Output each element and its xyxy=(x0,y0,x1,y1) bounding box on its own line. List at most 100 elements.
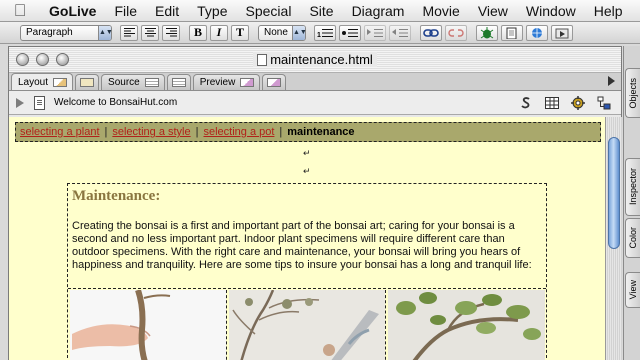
vertical-scrollbar[interactable] xyxy=(605,117,622,360)
javascript-button[interactable] xyxy=(518,95,534,111)
outdent-icon xyxy=(392,28,408,37)
remove-link-button[interactable] xyxy=(445,24,467,41)
nav-link-selecting-pot[interactable]: selecting a pot xyxy=(203,126,274,138)
layout-canvas[interactable]: selecting a plant | selecting a style | … xyxy=(9,117,605,360)
paragraph-format-select[interactable]: Paragraph ▲▼ xyxy=(20,24,113,41)
menu-golive[interactable]: GoLive xyxy=(40,3,105,19)
menu-help[interactable]: Help xyxy=(585,3,632,19)
page-header-bar: Welcome to BonsaiHut.com xyxy=(9,91,621,115)
internet-explorer-button[interactable] xyxy=(526,24,548,41)
menu-window[interactable]: Window xyxy=(517,3,585,19)
image-cell[interactable] xyxy=(388,290,545,360)
svg-text:1: 1 xyxy=(317,32,321,38)
menu-movie[interactable]: Movie xyxy=(413,3,468,19)
gear-icon xyxy=(571,96,585,110)
formatting-toolbar: Paragraph ▲▼ B I T None ▲▼ 1 xyxy=(0,22,640,44)
layout-grid-button[interactable] xyxy=(544,95,560,111)
palette-tab-color[interactable]: Color xyxy=(625,218,640,258)
menu-bar:  GoLive File Edit Type Special Site Dia… xyxy=(0,0,640,22)
preview-view-icon xyxy=(240,78,255,87)
menu-edit[interactable]: Edit xyxy=(146,3,188,19)
tab-scroll-arrow-icon[interactable] xyxy=(608,76,615,86)
site-button[interactable] xyxy=(476,24,498,41)
grid-icon xyxy=(545,97,559,109)
menu-file[interactable]: File xyxy=(105,3,146,19)
font-size-select[interactable]: None ▲▼ xyxy=(258,24,307,41)
bonsai-watering-photo xyxy=(229,290,385,360)
numbered-list-icon: 1 xyxy=(317,28,333,38)
broken-link-icon xyxy=(448,28,464,37)
image-cell[interactable] xyxy=(70,290,227,360)
align-center-icon xyxy=(144,28,156,37)
pointer-icon xyxy=(555,28,569,38)
page-title[interactable]: Welcome to BonsaiHut.com xyxy=(54,97,177,108)
script-s-icon xyxy=(521,97,530,109)
disclosure-triangle-icon[interactable] xyxy=(16,97,24,108)
content-table[interactable]: Maintenance: Creating the bonsai is a fi… xyxy=(67,183,547,360)
bug-icon xyxy=(480,26,494,38)
numbered-list-button[interactable]: 1 xyxy=(314,24,336,41)
tab-outline[interactable] xyxy=(166,74,191,90)
scrollbar-thumb[interactable] xyxy=(608,137,620,249)
menu-diagram[interactable]: Diagram xyxy=(343,3,414,19)
tab-layout-label: Layout xyxy=(18,76,49,88)
align-right-button[interactable] xyxy=(162,24,180,41)
tab-source[interactable]: Source xyxy=(101,74,165,90)
italic-button[interactable]: I xyxy=(210,24,228,41)
palette-tab-view[interactable]: View xyxy=(625,272,640,308)
preview-in-browser-button[interactable] xyxy=(501,24,523,41)
tab-preview[interactable]: Preview xyxy=(192,74,261,90)
css-editor-button[interactable] xyxy=(570,95,586,111)
layout-view-icon xyxy=(53,77,68,87)
apple-menu-icon[interactable]:  xyxy=(0,1,40,21)
source-view-icon xyxy=(144,78,159,87)
hierarchy-icon xyxy=(597,96,611,110)
indent-icon xyxy=(367,28,383,37)
bullet-list-icon xyxy=(342,28,358,37)
palette-tab-inspector[interactable]: Inspector xyxy=(625,158,640,216)
palette-tab-objects-label: Objects xyxy=(628,77,638,109)
nav-link-selecting-style[interactable]: selecting a style xyxy=(112,126,190,138)
indent-button[interactable] xyxy=(364,24,386,41)
window-filename: maintenance.html xyxy=(270,52,373,67)
line-break-marker-icon: ↵ xyxy=(303,148,311,158)
site-navigation-bar: selecting a plant | selecting a style | … xyxy=(15,122,601,142)
create-link-button[interactable] xyxy=(420,24,442,41)
frame-preview-icon xyxy=(267,78,282,87)
outdent-button[interactable] xyxy=(389,24,411,41)
image-row-border xyxy=(68,288,546,289)
palette-tab-inspector-label: Inspector xyxy=(628,168,638,206)
line-break-marker-icon: ↵ xyxy=(303,166,311,176)
bonsai-pruning-photo xyxy=(70,290,226,360)
bullet-list-button[interactable] xyxy=(339,24,361,41)
palette-tab-objects[interactable]: Objects xyxy=(625,68,640,118)
teletype-button[interactable]: T xyxy=(231,24,249,41)
html-file-icon xyxy=(257,54,268,66)
align-left-button[interactable] xyxy=(120,24,138,41)
outline-view-icon xyxy=(171,78,186,87)
window-title-bar[interactable]: maintenance.html xyxy=(9,47,621,73)
menu-view[interactable]: View xyxy=(469,3,517,19)
align-center-button[interactable] xyxy=(141,24,159,41)
tab-frame-preview[interactable] xyxy=(262,74,287,90)
palette-tab-view-label: View xyxy=(628,280,638,300)
tab-layout[interactable]: Layout xyxy=(11,73,74,90)
link-chain-icon xyxy=(423,28,439,37)
menu-special[interactable]: Special xyxy=(237,3,301,19)
palette-toggle-button[interactable] xyxy=(551,24,573,41)
menu-type[interactable]: Type xyxy=(188,3,236,19)
nav-current-page: maintenance xyxy=(287,126,355,138)
tab-preview-label: Preview xyxy=(199,77,236,88)
hierarchy-button[interactable] xyxy=(596,95,612,111)
menu-site[interactable]: Site xyxy=(300,3,342,19)
image-cell[interactable] xyxy=(229,290,386,360)
align-right-icon xyxy=(165,28,177,37)
tab-frame-editor[interactable] xyxy=(75,74,100,90)
palette-dock: Objects Inspector Color View xyxy=(623,46,640,360)
page-properties-icon[interactable] xyxy=(34,95,45,110)
nav-link-selecting-plant[interactable]: selecting a plant xyxy=(20,126,100,138)
tab-source-label: Source xyxy=(108,77,140,88)
intro-paragraph: Creating the bonsai is a first and impor… xyxy=(72,220,532,271)
bold-button[interactable]: B xyxy=(189,24,207,41)
palette-tab-color-label: Color xyxy=(628,227,638,249)
